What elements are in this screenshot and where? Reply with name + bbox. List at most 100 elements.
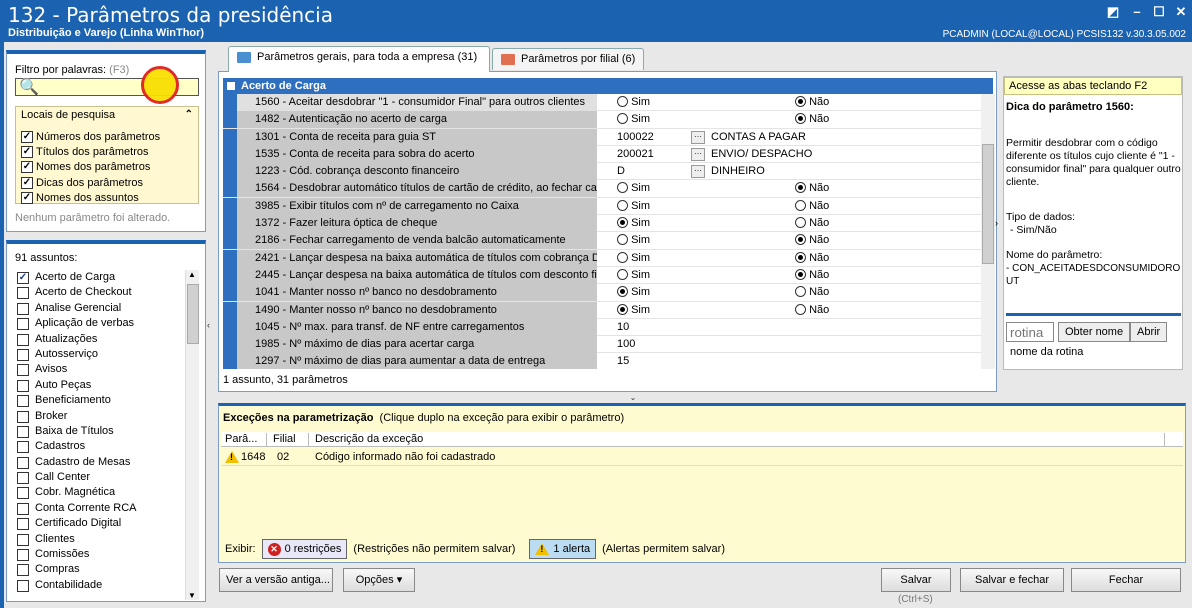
radio-sim[interactable]: Sim [617,284,650,301]
subject-item[interactable]: Baixa de Títulos [15,424,183,439]
table-row[interactable]: 3985 - Exibir títulos com nº de carregam… [223,197,981,216]
checkbox-icon[interactable] [17,579,29,592]
radio-nao[interactable]: Não [795,94,829,111]
subject-item[interactable]: Certificado Digital [15,516,183,531]
checkbox-icon[interactable] [17,318,29,331]
checkbox-icon[interactable]: ✓ [21,145,33,158]
search-location-option[interactable]: ✓ Nomes dos assuntos [21,191,139,206]
radio-sim[interactable]: Sim [617,180,650,197]
param-value[interactable]: Sim Não [615,250,981,267]
table-row[interactable]: 2186 - Fechar carregamento de venda balc… [223,232,981,250]
checkbox-icon[interactable] [17,502,29,515]
table-row[interactable]: 1648 02 Código informado não foi cadastr… [221,449,1183,466]
checkbox-icon[interactable]: ✓ [21,130,33,143]
subject-item[interactable]: Analise Gerencial [15,301,183,316]
radio-sim[interactable]: Sim [617,232,650,249]
param-value[interactable]: 15 [615,353,981,369]
checkbox-icon[interactable] [17,425,29,438]
param-value[interactable]: 10 [615,319,981,336]
panel-splitter-icon[interactable]: ‹ [207,320,215,334]
subject-item[interactable]: Contabilidade [15,578,183,593]
subject-item[interactable]: Auto Peças [15,378,183,393]
checkbox-icon[interactable] [17,395,29,408]
scroll-down-icon[interactable]: ▼ [188,591,196,600]
radio-nao[interactable]: Não [795,302,829,319]
value-text[interactable]: 10 [617,319,629,336]
restrictions-button[interactable]: ✕ 0 restrições [261,539,348,559]
lookup-code[interactable]: 200021 [617,146,654,163]
table-row[interactable]: 1041 - Manter nosso nº banco no desdobra… [223,284,981,302]
radio-sim[interactable]: Sim [617,198,650,215]
subject-item[interactable]: Beneficiamento [15,393,183,408]
checkbox-icon[interactable]: ✓ [17,272,29,284]
radio-nao[interactable]: Não [795,284,829,301]
alerts-button[interactable]: 1 alerta [529,539,597,559]
lookup-button[interactable]: ··· [691,130,705,144]
param-value[interactable]: Sim Não [615,111,981,128]
checkbox-icon[interactable] [17,364,29,377]
subject-item[interactable]: Cobr. Magnética [15,485,183,500]
table-row[interactable]: 1482 - Autenticação no acerto de carga S… [223,111,981,129]
value-text[interactable]: 100 [617,336,635,353]
minimize-icon[interactable]: – [1128,4,1146,20]
maximize-icon[interactable]: ☐ [1150,4,1168,20]
checkbox-icon[interactable]: ✓ [21,176,33,189]
old-version-button[interactable]: Ver a versão antiga... [219,568,333,592]
checkbox-icon[interactable] [17,287,29,300]
lookup-code[interactable]: D [617,163,625,180]
param-value[interactable]: Sim Não [615,302,981,319]
param-value[interactable]: Sim Não [615,215,981,232]
radio-sim[interactable]: Sim [617,250,650,267]
search-location-option[interactable]: ✓ Dicas dos parâmetros [21,175,143,190]
param-value[interactable]: 100 [615,336,981,353]
param-value[interactable]: Sim Não [615,198,981,215]
radio-sim[interactable]: Sim [617,267,650,284]
checkbox-icon[interactable] [17,441,29,454]
table-row[interactable]: 1045 - Nº max. para transf. de NF entre … [223,318,981,337]
subjects-scrollbar[interactable]: ▲ ▼ [185,270,199,600]
checkbox-icon[interactable]: ✓ [21,192,33,205]
param-value[interactable]: Sim Não [615,267,981,284]
save-button[interactable]: Salvar [881,568,951,592]
get-name-button[interactable]: Obter nome [1058,322,1131,342]
checkbox-icon[interactable] [17,302,29,315]
param-value[interactable]: 100022 ··· CONTAS A PAGAR [615,129,981,146]
checkbox-icon[interactable] [17,348,29,361]
subject-item[interactable]: ✓ Acerto de Carga [15,270,183,285]
search-location-option[interactable]: ✓ Títulos dos parâmetros [21,144,149,159]
scroll-thumb[interactable] [187,284,199,344]
table-row[interactable]: 1223 - Cód. cobrança desconto financeiro… [223,163,981,181]
table-row[interactable]: 1301 - Conta de receita para guia ST 1000… [223,128,981,146]
radio-sim[interactable]: Sim [617,94,650,111]
radio-nao[interactable]: Não [795,198,829,215]
param-value[interactable]: Sim Não [615,232,981,249]
subject-item[interactable]: Aplicação de verbas [15,316,183,331]
lookup-code[interactable]: 100022 [617,129,654,146]
checkbox-icon[interactable] [17,456,29,469]
table-row[interactable]: 1985 - Nº máximo de dias para acertar ca… [223,336,981,354]
table-row[interactable]: 2445 - Lançar despesa na baixa automátic… [223,266,981,285]
checkbox-icon[interactable] [17,472,29,485]
subject-item[interactable]: Cadastros [15,439,183,454]
radio-sim[interactable]: Sim [617,111,650,128]
subject-item[interactable]: Avisos [15,362,183,377]
horizontal-splitter-icon[interactable]: ⌄ [558,393,708,402]
subject-item[interactable]: Atualizações [15,332,183,347]
tab-branch-params[interactable]: Parâmetros por filial (6) [492,48,644,70]
table-row[interactable]: 1490 - Manter nosso nº banco no desdobra… [223,301,981,319]
col-filial[interactable]: Filial [269,433,309,446]
subject-item[interactable]: Acerto de Checkout [15,285,183,300]
radio-sim[interactable]: Sim [617,215,650,232]
radio-nao[interactable]: Não [795,267,829,284]
radio-nao[interactable]: Não [795,232,829,249]
col-param[interactable]: Parâ... [221,433,267,446]
table-row[interactable]: 2421 - Lançar despesa na baixa automátic… [223,249,981,267]
checkbox-icon[interactable]: ✓ [21,161,33,174]
close-button[interactable]: Fechar [1071,568,1181,592]
table-row[interactable]: 1297 - Nº máximo de dias para aumentar a… [223,353,981,369]
close-icon[interactable]: ✕ [1172,4,1190,20]
table-row[interactable]: 1372 - Fazer leitura óptica de cheque Si… [223,215,981,233]
rotina-input[interactable] [1006,322,1054,342]
subject-item[interactable]: Broker [15,409,183,424]
checkbox-icon[interactable] [17,564,29,577]
